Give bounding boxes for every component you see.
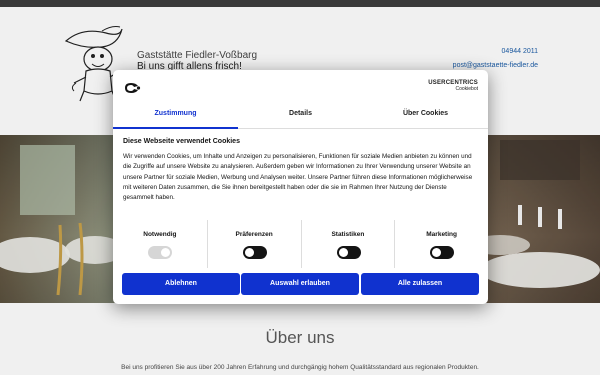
- toggle-label: Marketing: [426, 231, 457, 238]
- toggle-label: Statistiken: [331, 231, 365, 238]
- dialog-title: Diese Webseite verwendet Cookies: [123, 138, 240, 145]
- toggle-label: Notwendig: [143, 231, 177, 238]
- dialog-body-text: Wir verwenden Cookies, um Inhalte und An…: [123, 153, 473, 202]
- phone-link[interactable]: 04944 2011: [502, 48, 538, 55]
- consent-toggles: Notwendig Präferenzen Statistiken Market…: [113, 220, 488, 268]
- cookiebot-icon: [125, 83, 141, 93]
- allow-selection-button[interactable]: Auswahl erlauben: [241, 273, 359, 295]
- usercentrics-brand[interactable]: USERCENTRICS Cookiebot: [428, 80, 478, 92]
- tab-consent[interactable]: Zustimmung: [113, 104, 238, 129]
- toggle-group-statistics: Statistiken: [300, 220, 395, 268]
- toggle-knob: [161, 248, 170, 257]
- toggle-knob: [244, 248, 254, 257]
- cookie-consent-dialog: USERCENTRICS Cookiebot Zustimmung Detail…: [113, 70, 488, 304]
- tab-about-cookies[interactable]: Über Cookies: [363, 104, 488, 129]
- site-name[interactable]: Gaststätte Fiedler-Voßbarg: [137, 50, 257, 61]
- email-link[interactable]: post@gaststaette-fiedler.de: [453, 62, 538, 69]
- top-bar: [0, 0, 600, 7]
- brand-sub: Cookiebot: [455, 86, 478, 92]
- toggle-label: Präferenzen: [235, 231, 273, 238]
- necessary-toggle: [148, 246, 172, 259]
- dialog-tabs: Zustimmung Details Über Cookies: [113, 104, 488, 129]
- toggle-knob: [338, 248, 348, 257]
- about-text: Bei uns profitieren Sie aus über 200 Jah…: [121, 364, 479, 371]
- toggle-group-preferences: Präferenzen: [206, 220, 301, 268]
- toggle-knob: [432, 248, 442, 257]
- decline-button[interactable]: Ablehnen: [122, 273, 240, 295]
- allow-all-button[interactable]: Alle zulassen: [361, 273, 479, 295]
- marketing-toggle[interactable]: [430, 246, 455, 259]
- tab-details[interactable]: Details: [238, 104, 363, 129]
- toggle-group-marketing: Marketing: [394, 220, 488, 268]
- statistics-toggle[interactable]: [336, 246, 361, 259]
- preferences-toggle[interactable]: [242, 246, 267, 259]
- active-tab-indicator: [113, 127, 238, 129]
- toggle-group-necessary: Notwendig: [113, 220, 207, 268]
- about-title: Über uns: [265, 328, 335, 347]
